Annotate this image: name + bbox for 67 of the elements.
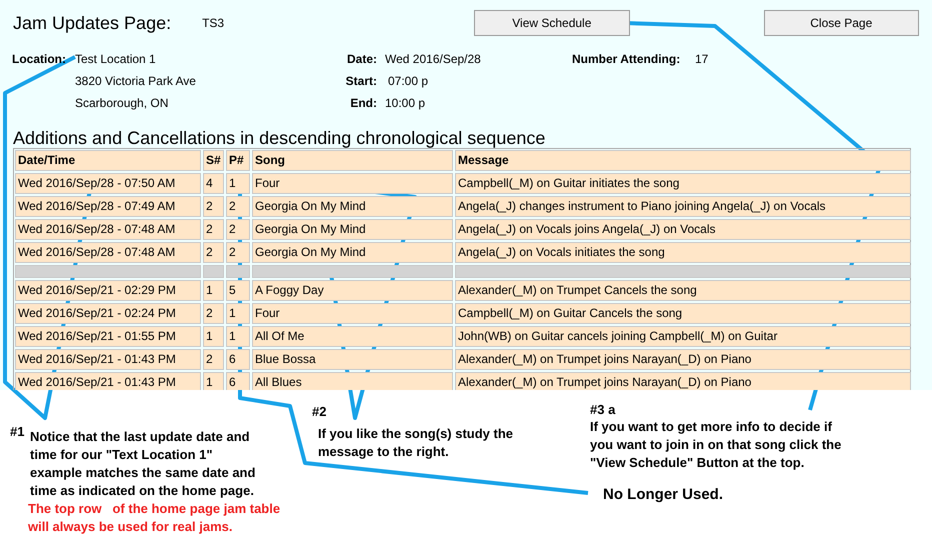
table-cell: Alexander(_M) on Trumpet joins Narayan(_D) on Piano — [455, 372, 911, 390]
schedule-label: Date: — [346, 51, 377, 68]
schedule-value: 07:00 p — [388, 73, 430, 90]
view-schedule-button[interactable]: View Schedule — [474, 10, 630, 36]
table-cell: 2 — [203, 196, 224, 217]
table-cell: 1 — [226, 173, 250, 194]
table-cell: Wed 2016/Sep/28 - 07:48 AM — [15, 219, 201, 240]
separator-cell — [203, 265, 224, 278]
annotation-text: If you want to get more info to decide if you want to join in on that song click the "View Schedule" Button at the top. — [590, 418, 842, 472]
table-cell: 1 — [203, 372, 224, 390]
table-cell: Wed 2016/Sep/21 - 02:29 PM — [15, 280, 201, 301]
table-cell: Angela(_J) on Vocals joins Angela(_J) on Vocals — [455, 219, 911, 240]
table-cell: 1 — [226, 326, 250, 347]
table-cell: Angela(_J) changes instrument to Piano joining Angela(_J) on Vocals — [455, 196, 911, 217]
table-cell: Wed 2016/Sep/28 - 07:50 AM — [15, 173, 201, 194]
separator-cell — [226, 265, 250, 278]
table-cell: 1 — [203, 280, 224, 301]
table-cell: Wed 2016/Sep/21 - 01:43 PM — [15, 349, 201, 370]
table-cell: Wed 2016/Sep/28 - 07:49 AM — [15, 196, 201, 217]
table-cell: Alexander(_M) on Trumpet Cancels the song — [455, 280, 911, 301]
table-cell: 4 — [203, 173, 224, 194]
column-header: S# — [203, 150, 224, 171]
annotation-note: The top row of the home page jam table will always be used for real jams. — [28, 500, 280, 536]
table-cell: 2 — [226, 219, 250, 240]
location-line: Scarborough, ON — [75, 95, 170, 112]
section-title: Additions and Cancellations in descending chronological sequence — [13, 128, 546, 148]
table-cell: 2 — [203, 303, 224, 324]
table-cell: John(WB) on Guitar cancels joining Campbell(_M) on Guitar — [455, 326, 911, 347]
table-cell: 2 — [203, 349, 224, 370]
table-cell: Wed 2016/Sep/21 - 02:24 PM — [15, 303, 201, 324]
location-line: 3820 Victoria Park Ave — [75, 73, 197, 90]
table-cell: Campbell(_M) on Guitar Cancels the song — [455, 303, 911, 324]
schedule-value: 10:00 p — [385, 95, 426, 112]
table-cell: Campbell(_M) on Guitar initiates the song — [455, 173, 911, 194]
table-cell: 2 — [226, 242, 250, 263]
attending-label: Number Attending: — [572, 51, 682, 68]
table-cell: Wed 2016/Sep/21 - 01:55 PM — [15, 326, 201, 347]
schedule-label: Start: — [344, 73, 377, 90]
table-cell: 1 — [226, 303, 250, 324]
annotation-marker: #3 a — [590, 402, 616, 417]
page-code: TS3 — [202, 16, 224, 30]
location-label: Location: — [12, 51, 67, 68]
table-cell: Angela(_J) on Vocals initiates the song — [455, 242, 911, 263]
location-line: Test Location 1 — [75, 51, 157, 68]
column-header: Song — [252, 150, 453, 171]
schedule-value: Wed 2016/Sep/28 — [385, 51, 482, 68]
table-cell: 5 — [226, 280, 250, 301]
table-cell: 2 — [203, 219, 224, 240]
annotation-text: Notice that the last update date and time for our "Text Location 1" example matches the same date and time as indicated on the home page. — [30, 428, 256, 500]
table-cell: 1 — [203, 326, 224, 347]
annotation-marker: #1 — [10, 424, 24, 439]
page-title: Jam Updates Page: — [13, 12, 172, 34]
table-cell: Alexander(_M) on Trumpet joins Narayan(_D) on Piano — [455, 349, 911, 370]
table-cell: 2 — [203, 242, 224, 263]
column-header: Message — [455, 150, 911, 171]
column-header: Date/Time — [15, 150, 201, 171]
annotation-text: If you like the song(s) study the message to the right. — [318, 425, 514, 461]
table-cell: Wed 2016/Sep/21 - 01:43 PM — [15, 372, 201, 390]
table-cell: 6 — [226, 372, 250, 390]
table-cell: Wed 2016/Sep/28 - 07:48 AM — [15, 242, 201, 263]
attending-value: 17 — [695, 51, 710, 68]
table-cell: 2 — [226, 196, 250, 217]
table-cell: 6 — [226, 349, 250, 370]
schedule-label: End: — [349, 95, 377, 112]
annotation-text: No Longer Used. — [603, 486, 724, 504]
column-header: P# — [226, 150, 250, 171]
close-page-button[interactable]: Close Page — [764, 10, 919, 36]
